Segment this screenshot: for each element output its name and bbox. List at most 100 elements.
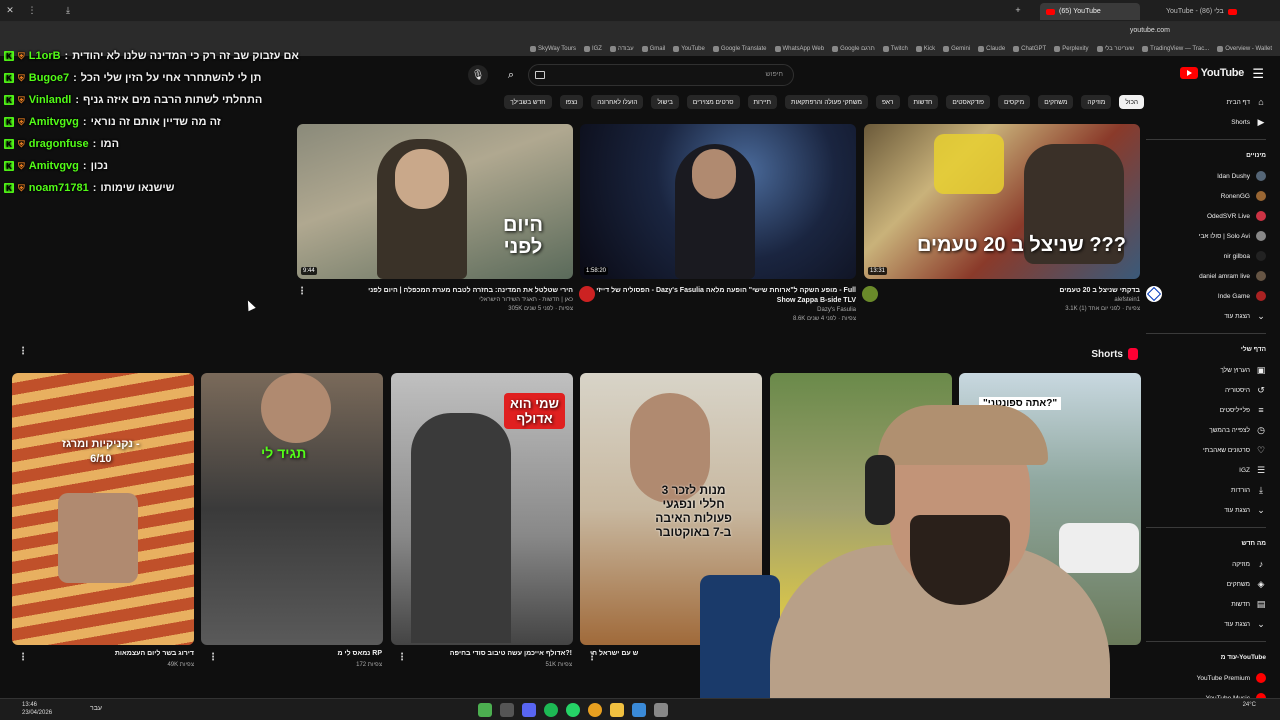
bookmark-item[interactable]: Kick <box>915 46 935 52</box>
discord-icon[interactable] <box>522 703 536 717</box>
short-thumbnail[interactable]: שמי הוא אדולף <box>391 373 573 645</box>
chip-filter[interactable]: מוזיקה <box>1081 95 1112 109</box>
bookmark-item[interactable]: YouTube <box>673 46 705 52</box>
more-options-icon[interactable]: ⋮ <box>587 652 597 663</box>
short-title[interactable]: נמאס לי מ RP <box>210 650 382 657</box>
sidebar-section-heading[interactable]: מינויים <box>1246 152 1266 159</box>
chip-filter[interactable]: משחקי פעולה והרפתקאות <box>785 95 868 109</box>
sidebar-item[interactable]: ⌄ הצגת עוד <box>1146 309 1266 323</box>
chip-filter[interactable]: חדשות <box>907 95 939 109</box>
weather-widget[interactable]: 24°C <box>1243 701 1256 709</box>
bookmark-item[interactable]: Google Translate <box>712 46 767 52</box>
chat-username[interactable]: Amitvgvg <box>29 160 79 172</box>
sidebar-section-heading[interactable]: מה חדש <box>1242 540 1267 547</box>
hamburger-menu-icon[interactable]: ☰ <box>1252 66 1264 82</box>
bookmark-item[interactable]: Perplexity <box>1054 46 1089 52</box>
search-input[interactable]: חיפוש <box>528 64 794 86</box>
video-title[interactable]: בדקתי שניצל ב 20 טעמים <box>864 286 1140 296</box>
spotify-icon[interactable] <box>544 703 558 717</box>
bookmark-item[interactable]: Gmail <box>641 46 665 52</box>
folder-icon[interactable] <box>610 703 624 717</box>
chrome-icon[interactable] <box>588 703 602 717</box>
taskbar-app-icon[interactable] <box>478 703 492 717</box>
section-options-icon[interactable]: ⋮ <box>18 346 28 357</box>
short-thumbnail[interactable]: נקניקיות ומרגז - 6/10 <box>12 373 194 645</box>
video-title[interactable]: הפסוליה של דייזי - Dazy's Fasulia מופע ה… <box>580 286 856 306</box>
language-indicator[interactable]: עבר <box>90 705 102 712</box>
sidebar-item[interactable]: RonenGG <box>1146 189 1266 203</box>
bookmark-item[interactable]: Gemini <box>943 46 970 52</box>
bookmark-item[interactable]: שעריטר בלי <box>1096 46 1134 52</box>
sidebar-item[interactable]: ▣ הערוץ שלך <box>1146 363 1266 377</box>
sidebar-item[interactable]: nir gilboa <box>1146 249 1266 263</box>
taskbar-app-icon[interactable] <box>654 703 668 717</box>
bookmark-item[interactable]: IGZ <box>583 46 602 52</box>
chip-filter[interactable]: ראפ <box>875 95 900 109</box>
chip-filter[interactable]: הכול <box>1119 95 1144 109</box>
bookmark-item[interactable]: ChatGPT <box>1013 46 1046 52</box>
short-title[interactable]: ש עם ישראל חי <box>590 650 638 657</box>
bookmark-item[interactable]: Twitch <box>882 46 908 52</box>
taskbar-app-icon[interactable] <box>632 703 646 717</box>
chat-username[interactable]: Bugoe7 <box>29 72 69 84</box>
close-icon[interactable]: ✕ <box>4 4 16 16</box>
taskbar-app-icon[interactable] <box>500 703 514 717</box>
more-options-icon[interactable]: ⋮ <box>297 286 307 297</box>
download-icon[interactable]: ⤓ <box>62 4 74 16</box>
more-options-icon[interactable]: ⋮ <box>397 652 407 663</box>
channel-name[interactable]: alefstein1 <box>864 296 1140 305</box>
bookmark-item[interactable]: WhatsApp Web <box>774 46 824 52</box>
chat-username[interactable]: L1orB <box>29 50 61 62</box>
chat-username[interactable]: noam71781 <box>29 182 89 194</box>
video-thumbnail[interactable]: היום לפני 9:44 <box>297 124 573 279</box>
sidebar-section-heading[interactable]: עוד מ-YouTube <box>1221 654 1266 661</box>
channel-name[interactable]: Dazy's Fasulia <box>580 306 856 315</box>
chat-username[interactable]: Amitvgvg <box>29 116 79 128</box>
chat-username[interactable]: dragonfuse <box>29 138 89 150</box>
chip-filter[interactable]: הועלו לאחרונה <box>591 95 644 109</box>
bookmark-item[interactable]: Overview - Wallet <box>1217 46 1272 52</box>
short-title[interactable]: אדולף אייכמן עשה טיבוב סודי בחיפה?! <box>400 650 572 657</box>
chip-filter[interactable]: נצפו <box>559 95 584 109</box>
sidebar-item[interactable]: Inde Game <box>1146 289 1266 303</box>
keyboard-icon[interactable] <box>535 71 545 79</box>
address-bar[interactable]: youtube.com <box>0 22 1280 42</box>
short-thumbnail[interactable]: תגיד לי <box>201 373 383 645</box>
chip-filter[interactable]: תיירות <box>747 95 778 109</box>
sidebar-item[interactable]: OdedSVR Live <box>1146 209 1266 223</box>
channel-avatar[interactable] <box>862 286 878 302</box>
chip-filter[interactable]: חדש בשבילך <box>504 95 552 109</box>
microphone-icon[interactable]: 🎙 <box>468 65 488 85</box>
sidebar-item[interactable]: ▶ Shorts <box>1146 115 1266 129</box>
chip-filter[interactable]: משחקים <box>1038 95 1074 109</box>
video-thumbnail[interactable]: 1:58:20 <box>580 124 856 279</box>
channel-avatar[interactable] <box>579 286 595 302</box>
chip-filter[interactable]: סרטים מצוירים <box>686 95 740 109</box>
bookmark-item[interactable]: SkyWay Tours <box>529 46 576 52</box>
video-thumbnail[interactable]: שניצל ב 20 טעמים ??? 13:31 <box>864 124 1140 279</box>
sidebar-item[interactable]: ⌂ דף הבית <box>1146 95 1266 109</box>
search-icon[interactable]: ⌕ <box>500 65 522 85</box>
channel-avatar[interactable] <box>1146 286 1162 302</box>
chip-filter[interactable]: פודקאסטים <box>946 95 990 109</box>
chat-username[interactable]: Vinlandl <box>29 94 72 106</box>
tab-youtube[interactable]: YouTube - (86) בלי <box>1160 3 1270 20</box>
clock[interactable]: 13:46 23/04/2026 <box>22 701 52 717</box>
sidebar-item[interactable]: daniel amram live <box>1146 269 1266 283</box>
new-tab-icon[interactable]: + <box>1012 4 1024 16</box>
browser-menu-icon[interactable]: ⋮ <box>26 4 38 16</box>
sidebar-section-heading[interactable]: הדף שלי <box>1241 346 1266 353</box>
more-options-icon[interactable]: ⋮ <box>18 652 28 663</box>
tab-youtube-active[interactable]: (65) YouTube <box>1040 3 1140 20</box>
sidebar-item[interactable]: Idan Dushy <box>1146 169 1266 183</box>
bookmark-item[interactable]: Google תרגם <box>832 46 875 52</box>
short-title[interactable]: דירוג בשר ליום העצמאות <box>20 650 194 657</box>
more-options-icon[interactable]: ⋮ <box>208 652 218 663</box>
chip-filter[interactable]: מיקסים <box>997 95 1031 109</box>
bookmark-item[interactable]: עבודה <box>609 46 634 52</box>
youtube-logo[interactable]: YouTube <box>1179 67 1244 79</box>
video-title[interactable]: הירי שטלטל את המדינה: בחזרה לטבח מערת המ… <box>297 286 573 296</box>
chip-filter[interactable]: בישול <box>651 95 679 109</box>
bookmark-item[interactable]: TradingView — Trac... <box>1142 46 1209 52</box>
bookmark-item[interactable]: Claude <box>978 46 1005 52</box>
